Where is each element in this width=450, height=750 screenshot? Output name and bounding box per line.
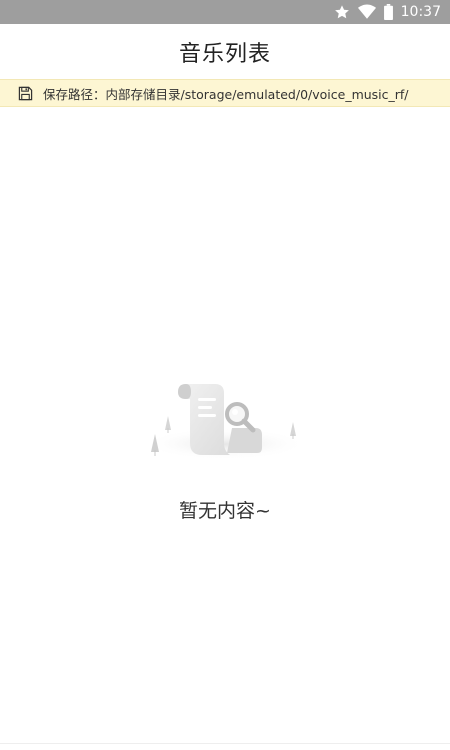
page-title: 音乐列表 [178,41,271,67]
wifi-icon [357,4,376,20]
star-icon [334,4,350,20]
document-search-illustration [140,378,310,464]
save-icon [17,85,33,101]
status-time: 10:37 [400,4,441,20]
empty-state-text: 暂无内容~ [179,500,271,522]
save-path-banner: 保存路径：内部存储目录/storage/emulated/0/voice_mus… [0,79,450,107]
battery-icon [383,4,393,20]
status-icons: 10:37 [334,0,441,24]
save-path-text: 保存路径：内部存储目录/storage/emulated/0/voice_mus… [43,86,409,102]
status-bar: 10:37 [0,0,450,24]
bottom-divider [0,743,450,744]
title-bar: 音乐列表 [0,24,450,79]
